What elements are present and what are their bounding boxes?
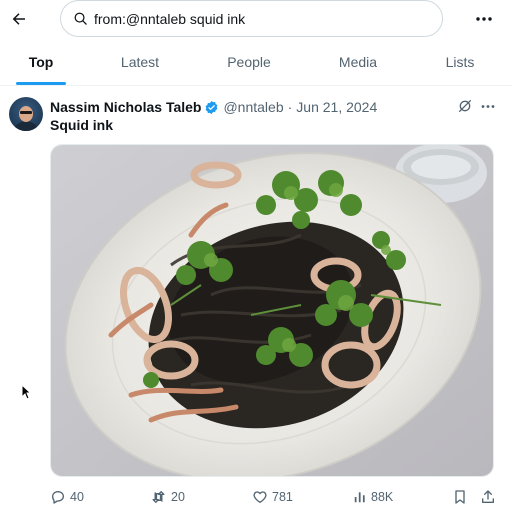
- views-button[interactable]: 88K: [353, 485, 393, 509]
- top-bar: from:@nntaleb squid ink: [0, 0, 512, 38]
- author-name[interactable]: Nassim Nicholas Taleb: [50, 99, 201, 115]
- separator-dot: ·: [287, 99, 293, 115]
- more-options-button[interactable]: [470, 6, 498, 32]
- post[interactable]: Nassim Nicholas Taleb @nntaleb · Jun 21,…: [0, 87, 512, 514]
- search-icon: [74, 12, 87, 25]
- grok-icon: [459, 100, 471, 112]
- more-icon: [476, 17, 492, 21]
- share-icon: [482, 490, 494, 503]
- search-query[interactable]: from:@nntaleb squid ink: [94, 11, 245, 27]
- author-handle[interactable]: @nntaleb: [223, 99, 283, 115]
- views-count: 88K: [371, 490, 394, 504]
- avatar[interactable]: [9, 97, 43, 131]
- repost-icon: [152, 491, 165, 503]
- like-count: 781: [272, 490, 293, 504]
- post-actions: 40 20 781 88K: [0, 485, 512, 509]
- search-input[interactable]: from:@nntaleb squid ink: [60, 0, 443, 37]
- post-date[interactable]: Jun 21, 2024: [296, 99, 377, 115]
- more-icon: [481, 104, 495, 108]
- like-button[interactable]: 781: [252, 485, 293, 509]
- post-text: Squid ink: [50, 117, 113, 133]
- like-icon: [253, 491, 267, 503]
- reply-count: 40: [70, 490, 84, 504]
- tab-lists[interactable]: Lists: [436, 38, 484, 86]
- bookmark-icon: [455, 490, 465, 504]
- grok-button[interactable]: [456, 97, 474, 115]
- views-icon: [354, 492, 365, 503]
- bookmark-button[interactable]: [452, 485, 468, 509]
- repost-button[interactable]: 20: [150, 485, 185, 509]
- tab-latest[interactable]: Latest: [110, 38, 170, 86]
- reply-icon: [52, 491, 64, 504]
- share-button[interactable]: [480, 485, 496, 509]
- tab-top[interactable]: Top: [16, 38, 66, 86]
- verified-badge-icon: [204, 100, 219, 115]
- post-header: Nassim Nicholas Taleb @nntaleb · Jun 21,…: [50, 97, 377, 117]
- repost-count: 20: [171, 490, 185, 504]
- reply-button[interactable]: 40: [50, 485, 84, 509]
- tab-people[interactable]: People: [218, 38, 280, 86]
- search-tabs: Top Latest People Media Lists: [0, 38, 512, 86]
- post-image[interactable]: [50, 144, 494, 477]
- mouse-cursor-icon: [21, 384, 31, 400]
- post-more-button[interactable]: [478, 97, 498, 115]
- back-arrow-icon: [12, 13, 25, 25]
- active-tab-indicator: [16, 82, 66, 85]
- back-button[interactable]: [6, 6, 32, 32]
- tab-media[interactable]: Media: [330, 38, 386, 86]
